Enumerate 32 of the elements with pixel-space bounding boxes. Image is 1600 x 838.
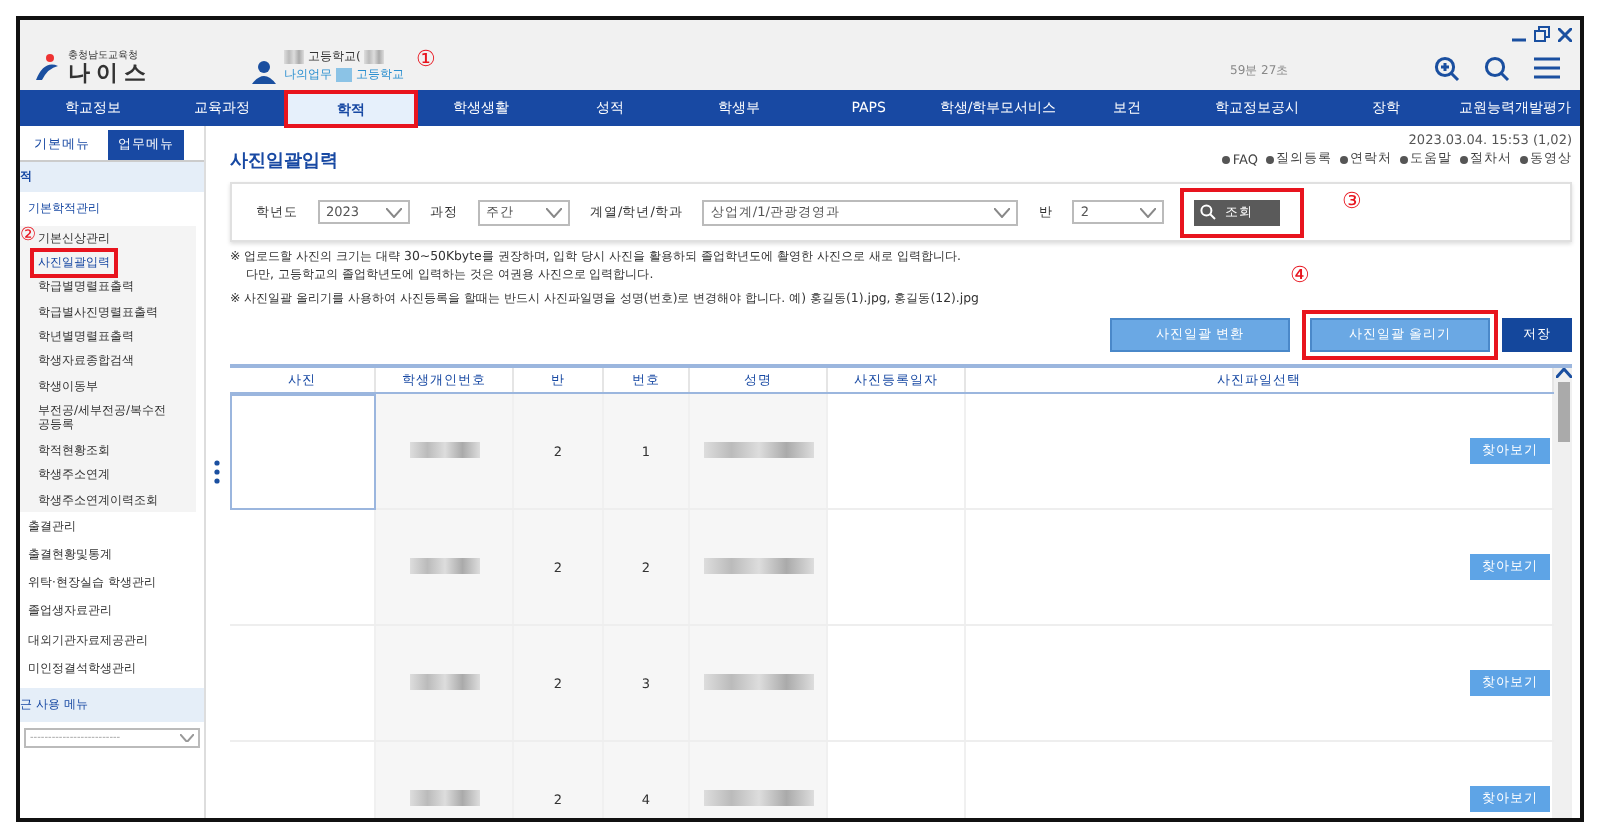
- scroll-up-icon[interactable]: [1555, 368, 1571, 379]
- redacted-text: [336, 68, 352, 82]
- redacted-text: [409, 557, 479, 574]
- redacted-text: [364, 50, 385, 64]
- user-icon: [252, 60, 276, 84]
- chevron-icon: [546, 207, 562, 217]
- redacted-text: [703, 673, 813, 690]
- page-title: 사진일괄입력: [230, 150, 338, 174]
- redacted-text: [409, 441, 479, 458]
- scrollbar-thumb[interactable]: [1557, 382, 1569, 443]
- chevron-icon: [386, 207, 402, 217]
- annotation-number: ④: [1290, 262, 1310, 289]
- annotation-number: ①: [416, 46, 437, 72]
- redacted-text: [703, 557, 813, 574]
- redacted-text: [703, 789, 813, 806]
- chevron-icon: [994, 207, 1011, 217]
- restore-icon[interactable]: [1534, 26, 1550, 42]
- redacted-text: [703, 441, 813, 458]
- redacted-text: [409, 673, 479, 690]
- chevron-icon: [1140, 207, 1157, 217]
- annotation-number: ③: [1342, 188, 1362, 214]
- menu-icon[interactable]: [1534, 56, 1560, 80]
- redacted-text: [284, 50, 304, 64]
- redacted-text: [409, 789, 479, 806]
- search-icon[interactable]: [1484, 56, 1510, 82]
- close-icon[interactable]: [1558, 27, 1572, 41]
- zoom-in-icon[interactable]: [1434, 56, 1460, 82]
- resize-handle-icon[interactable]: [213, 460, 219, 484]
- chevron-icon: [180, 734, 194, 743]
- search-icon: [1200, 204, 1217, 220]
- logo-text: 나이스: [68, 62, 152, 84]
- annotation-number: ②: [20, 224, 36, 246]
